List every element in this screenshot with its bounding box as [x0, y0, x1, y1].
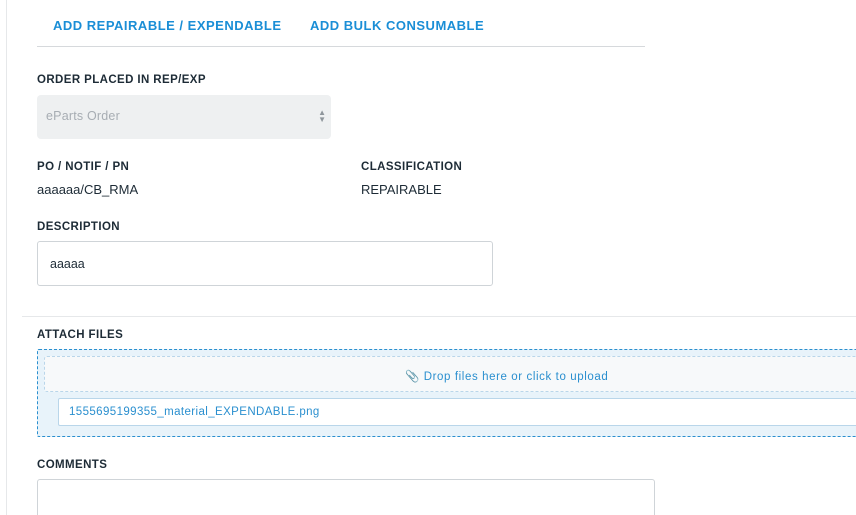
uploaded-file-name: 1555695199355_material_EXPENDABLE.png [69, 406, 320, 418]
description-label: DESCRIPTION [37, 221, 120, 233]
drop-prompt[interactable]: 📎 Drop files here or click to upload [405, 369, 608, 383]
left-border [6, 0, 7, 515]
section-divider [22, 316, 856, 317]
comments-label: COMMENTS [37, 459, 108, 471]
po-notif-pn-value: aaaaaa/CB_RMA [37, 182, 139, 197]
paperclip-icon: 📎 [405, 371, 420, 383]
tab-add-bulk-consumable[interactable]: ADD BULK CONSUMABLE [310, 18, 484, 33]
tab-bar: ADD REPAIRABLE / EXPENDABLE ADD BULK CON… [37, 0, 645, 47]
comments-input[interactable] [37, 479, 655, 515]
classification-value: REPAIRABLE [361, 182, 442, 197]
order-placed-value: eParts Order [46, 109, 120, 123]
po-notif-pn-label: PO / NOTIF / PN [37, 161, 130, 173]
description-value: aaaaa [50, 257, 85, 271]
file-dropzone[interactable]: 📎 Drop files here or click to upload 155… [37, 349, 856, 437]
select-arrows-icon: ▲ ▼ [318, 108, 326, 124]
order-placed-label: ORDER PLACED IN REP/EXP [37, 74, 206, 86]
attach-files-label: ATTACH FILES [37, 329, 124, 341]
drop-prompt-text: Drop files here or click to upload [423, 371, 609, 383]
description-input[interactable]: aaaaa [37, 241, 493, 286]
tab-add-repairable-expendable[interactable]: ADD REPAIRABLE / EXPENDABLE [53, 18, 282, 33]
uploaded-file[interactable]: 1555695199355_material_EXPENDABLE.png [58, 398, 856, 426]
classification-label: CLASSIFICATION [361, 161, 463, 173]
order-placed-select[interactable]: eParts Order ▲ ▼ [37, 95, 331, 139]
